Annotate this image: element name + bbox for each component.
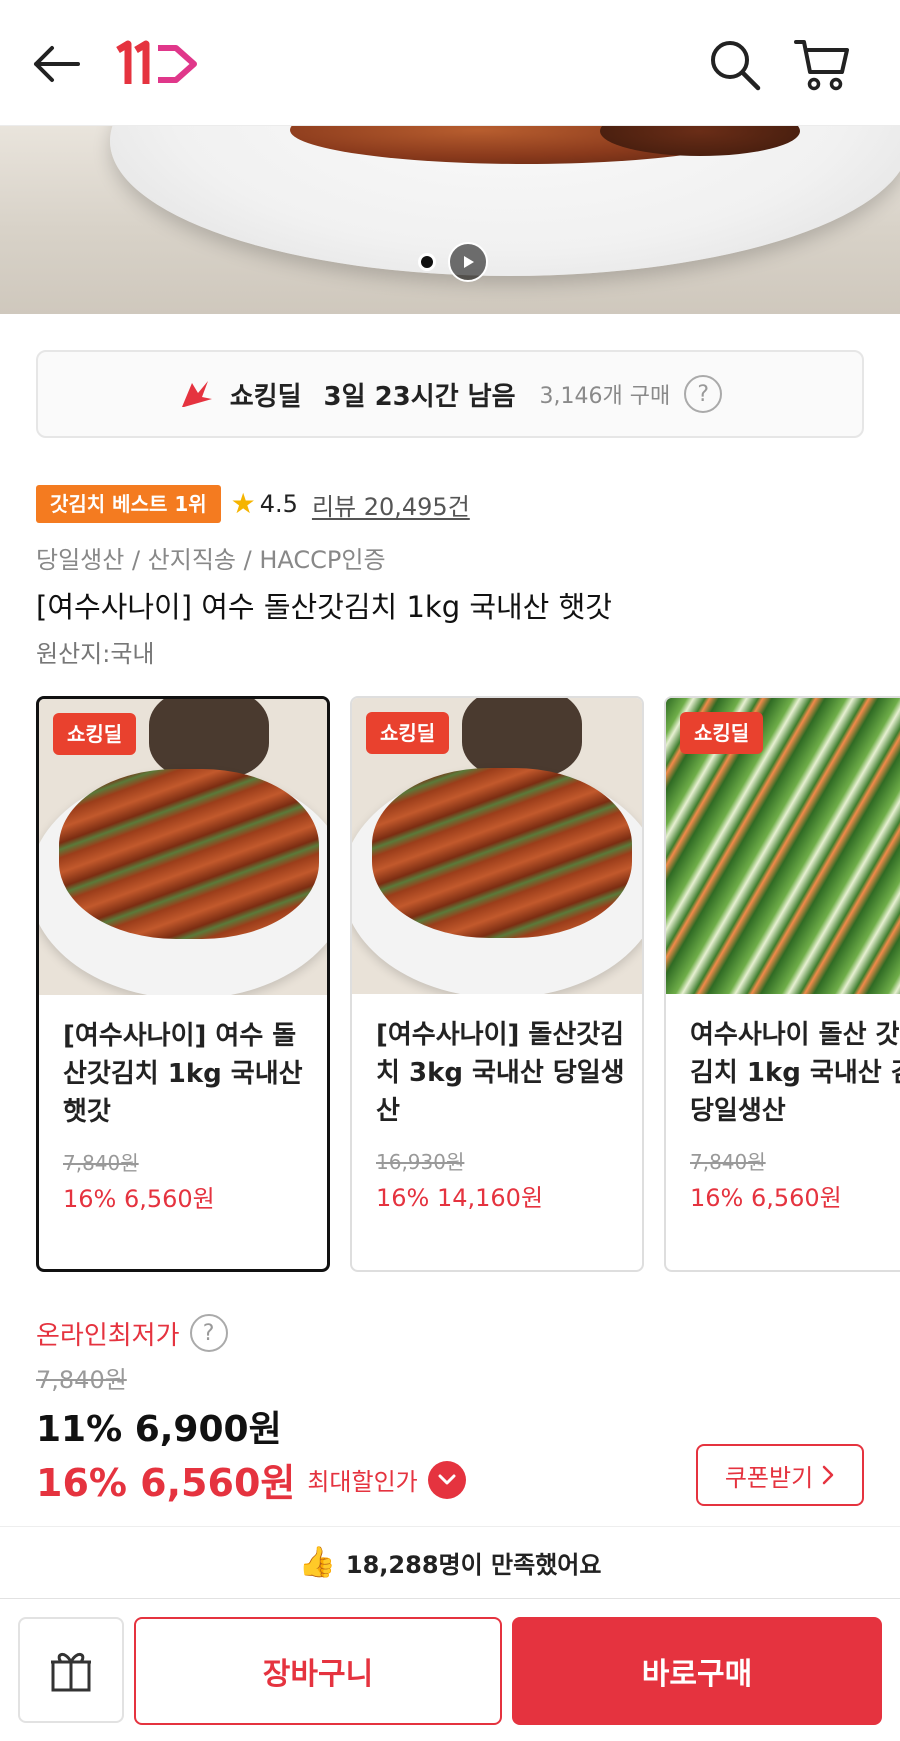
buy-now-button[interactable]: 바로구매 [512,1617,882,1725]
gift-icon [51,1653,91,1692]
shocking-deal-icon [181,381,212,407]
star-icon: ★ [230,487,256,520]
search-button[interactable] [706,36,762,92]
deal-time-left: 3일 23시간 남음 [323,381,516,412]
card-price: 16% 6,560원 [63,1185,215,1213]
option-card[interactable]: 쇼킹딜 [여수사나이] 돌산갓김치 3kg 국내산 당일생산 16,930원 1… [350,696,644,1272]
coupon-button-label: 쿠폰받기 [724,1463,814,1492]
play-button[interactable] [448,242,488,282]
option-card[interactable]: 쇼킹딜 여수사나이 돌산 갓물김치 1kg 국내산 김치 당일생산 7,840원… [664,696,900,1272]
sale-price: 11% 6,900원 [36,1409,282,1450]
add-to-cart-button[interactable]: 장바구니 [134,1617,502,1725]
satisfaction-text: 18,288명이 만족했어요 [345,1551,602,1579]
card-original-price: 16,930원 [376,1150,465,1174]
shocking-deal-bar: 쇼킹딜 3일 23시간 남음 3,146개 구매 ? [36,350,864,438]
product-tags: 당일생산 / 산지직송 / HACCP인증 [36,546,386,574]
card-badge: 쇼킹딜 [366,712,450,754]
max-discount-price: 16% 6,560원 [36,1461,296,1505]
card-badge: 쇼킹딜 [680,712,764,754]
lowest-price-help-icon[interactable]: ? [189,1314,228,1352]
max-discount-row[interactable]: 16% 6,560원 최대할인가 [36,1452,466,1507]
product-origin: 원산지:국내 [36,640,155,668]
carousel-indicator [418,242,488,282]
thumbs-up-icon: 👍 [298,1545,336,1580]
option-card[interactable]: 쇼킹딜 [여수사나이] 여수 돌산갓김치 1kg 국내산 햇갓 7,840원 1… [36,696,330,1272]
logo-11st-icon [116,40,197,84]
coupon-button[interactable]: 쿠폰받기 [696,1444,864,1506]
carousel-dot-active[interactable] [418,253,436,271]
max-discount-label: 최대할인가 [307,1468,418,1496]
chevron-right-icon [822,1465,834,1485]
play-icon [464,256,474,268]
card-name: 여수사나이 돌산 갓물김치 1kg 국내산 김치 당일생산 [690,1020,900,1126]
card-name: [여수사나이] 여수 돌산갓김치 1kg 국내산 햇갓 [63,1021,303,1127]
best-badge: 갓김치 베스트 1위 [36,485,221,523]
cart-button[interactable] [792,34,852,94]
lowest-price-label: 온라인최저가 [36,1320,180,1351]
card-badge: 쇼킹딜 [53,713,137,755]
logo[interactable] [114,38,204,90]
product-title: [여수사나이] 여수 돌산갓김치 1kg 국내산 햇갓 [36,590,612,624]
deal-purchase-count: 3,146개 구매 [539,384,671,409]
satisfaction-strip: 👍 18,288명이 만족했어요 [0,1526,900,1598]
card-name: [여수사나이] 돌산갓김치 3kg 국내산 당일생산 [376,1020,625,1126]
arrow-left-icon [34,46,80,82]
card-price: 16% 6,560원 [690,1184,842,1212]
bottom-action-bar: 장바구니 바로구매 [0,1598,900,1741]
original-price: 7,840원 [36,1366,127,1394]
rating-value: 4.5 [259,490,298,518]
product-badges: 갓김치 베스트 1위 ★ 4.5 리뷰 20,495건 [36,484,470,524]
header [0,0,900,126]
deal-help-icon[interactable]: ? [684,375,723,413]
deal-name: 쇼킹딜 [229,381,302,412]
card-original-price: 7,840원 [690,1150,766,1174]
gift-button[interactable] [18,1617,124,1723]
search-icon [711,41,761,91]
chevron-down-icon[interactable] [427,1460,466,1499]
review-link[interactable]: 리뷰 20,495건 [312,487,470,522]
lowest-price-row: 온라인최저가 ? [36,1314,228,1352]
cart-icon [794,40,849,91]
card-price: 16% 14,160원 [376,1184,544,1212]
option-card-list[interactable]: 쇼킹딜 [여수사나이] 여수 돌산갓김치 1kg 국내산 햇갓 7,840원 1… [36,696,900,1272]
card-original-price: 7,840원 [63,1151,139,1175]
back-button[interactable] [30,40,82,88]
product-image-carousel[interactable] [0,126,900,314]
